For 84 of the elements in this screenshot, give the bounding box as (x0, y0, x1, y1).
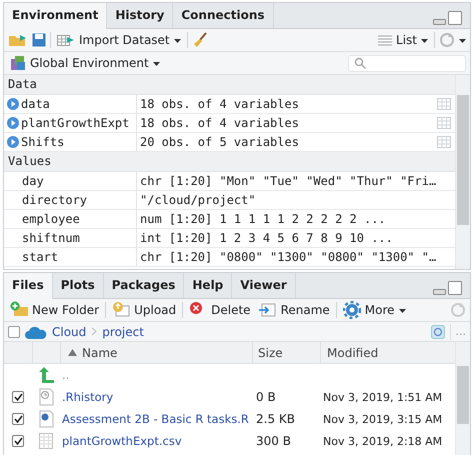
column-header[interactable]: Size (252, 342, 320, 363)
maximize-icon[interactable] (448, 281, 462, 295)
delete-button[interactable]: Delete (187, 300, 253, 320)
refresh-icon[interactable] (439, 32, 455, 48)
list-view-button[interactable]: List (376, 30, 430, 50)
clock-file-icon (38, 388, 54, 406)
environment-dropdown[interactable]: Global Environment (8, 53, 162, 73)
modified-date: Nov 3, 2019, 2:18 AM (323, 434, 442, 448)
breadcrumb-link[interactable]: Cloud (52, 324, 86, 338)
variable-value: 18 obs. of 4 variables (140, 97, 299, 111)
variable-name: shiftnum (22, 231, 80, 245)
newfolder-button[interactable]: New Folder (8, 300, 102, 320)
tab[interactable]: Files (4, 273, 53, 299)
file-link[interactable]: Assessment 2B - Basic R tasks.R (62, 412, 249, 426)
file-link[interactable]: plantGrowthExpt.csv (62, 434, 182, 448)
search-icon (354, 57, 366, 69)
folder-icon[interactable] (8, 33, 28, 47)
modified-date: Nov 3, 2019, 1:51 AM (323, 390, 442, 404)
variable-value: num [1:20] 1 1 1 1 1 2 2 2 2 2 ... (140, 212, 386, 226)
expand-icon[interactable] (7, 117, 19, 129)
minimize-icon[interactable] (433, 289, 446, 295)
file-size: 300 B (256, 434, 291, 448)
scroll-bar[interactable] (455, 342, 470, 455)
checkbox[interactable] (8, 326, 20, 338)
variable-name: day (22, 174, 44, 188)
minimize-icon[interactable] (433, 19, 446, 25)
sort-ascending-icon (68, 349, 77, 356)
cloud-icon (25, 324, 47, 338)
scroll-bar[interactable] (455, 75, 470, 269)
variable-value: 18 obs. of 4 variables (140, 116, 299, 130)
breadcrumb-link[interactable]: project (102, 324, 144, 338)
variable-value: int [1:20] 1 2 3 4 5 6 7 8 9 10 ... (140, 231, 393, 245)
rename-button[interactable]: Rename (256, 300, 332, 320)
variable-value: chr [1:20] "Mon" "Tue" "Wed" "Thur" "Fri… (140, 174, 436, 188)
caret-icon (152, 60, 160, 66)
up-arrow-icon[interactable] (38, 366, 54, 384)
variable-name: Shifts (21, 135, 64, 149)
checkmark-icon (14, 393, 22, 401)
broom-icon[interactable] (192, 32, 208, 48)
variable-name: start (22, 250, 58, 264)
tab[interactable]: Environment (4, 3, 108, 29)
variable-value: "/cloud/project" (140, 193, 256, 207)
upload-button[interactable]: Upload (110, 300, 178, 320)
search-field[interactable] (348, 54, 466, 72)
list-icon (378, 34, 392, 46)
grid-icon[interactable] (437, 136, 451, 148)
file-size: 0 B (256, 390, 276, 404)
section-header: Data (4, 75, 455, 95)
expand-icon[interactable] (7, 136, 19, 148)
r-project-icon[interactable] (430, 324, 444, 338)
maximize-icon[interactable] (448, 11, 462, 25)
spreadsheet-icon (38, 432, 54, 450)
modified-date: Nov 3, 2019, 3:15 AM (323, 412, 442, 426)
table-icon (57, 34, 75, 46)
expand-icon[interactable] (7, 98, 19, 110)
r-file-icon (38, 410, 54, 428)
file-size: 2.5 KB (256, 412, 295, 426)
section-header: Values (4, 152, 455, 172)
variable-name: employee (22, 212, 80, 226)
more-button[interactable]: More (340, 300, 408, 320)
variable-name: data (21, 97, 50, 111)
checkbox[interactable] (12, 391, 24, 403)
checkbox[interactable] (12, 435, 24, 447)
tab[interactable]: Plots (52, 273, 104, 298)
caret-icon (398, 308, 406, 312)
column-header[interactable]: Name (60, 342, 252, 363)
save-icon[interactable] (32, 33, 46, 47)
caret-icon (174, 38, 181, 42)
caret-icon (459, 38, 466, 42)
chevron-icon (91, 327, 98, 336)
import-dataset-button[interactable]: Import Dataset (55, 30, 183, 50)
stack-icon (10, 55, 26, 71)
grid-icon[interactable] (437, 98, 451, 110)
file-link[interactable]: .Rhistory (62, 390, 114, 404)
variable-value: 20 obs. of 5 variables (140, 135, 299, 149)
variable-name: plantGrowthExpt (21, 116, 130, 130)
checkmark-icon (14, 415, 22, 423)
checkbox[interactable] (12, 413, 24, 425)
grid-icon[interactable] (437, 117, 451, 129)
variable-name: directory (22, 193, 88, 207)
variable-value: chr [1:20] "0800" "1300" "0800" "1300" "… (140, 250, 436, 264)
checkmark-icon (14, 437, 22, 445)
caret-icon (421, 38, 428, 42)
refresh-icon[interactable] (450, 302, 466, 318)
